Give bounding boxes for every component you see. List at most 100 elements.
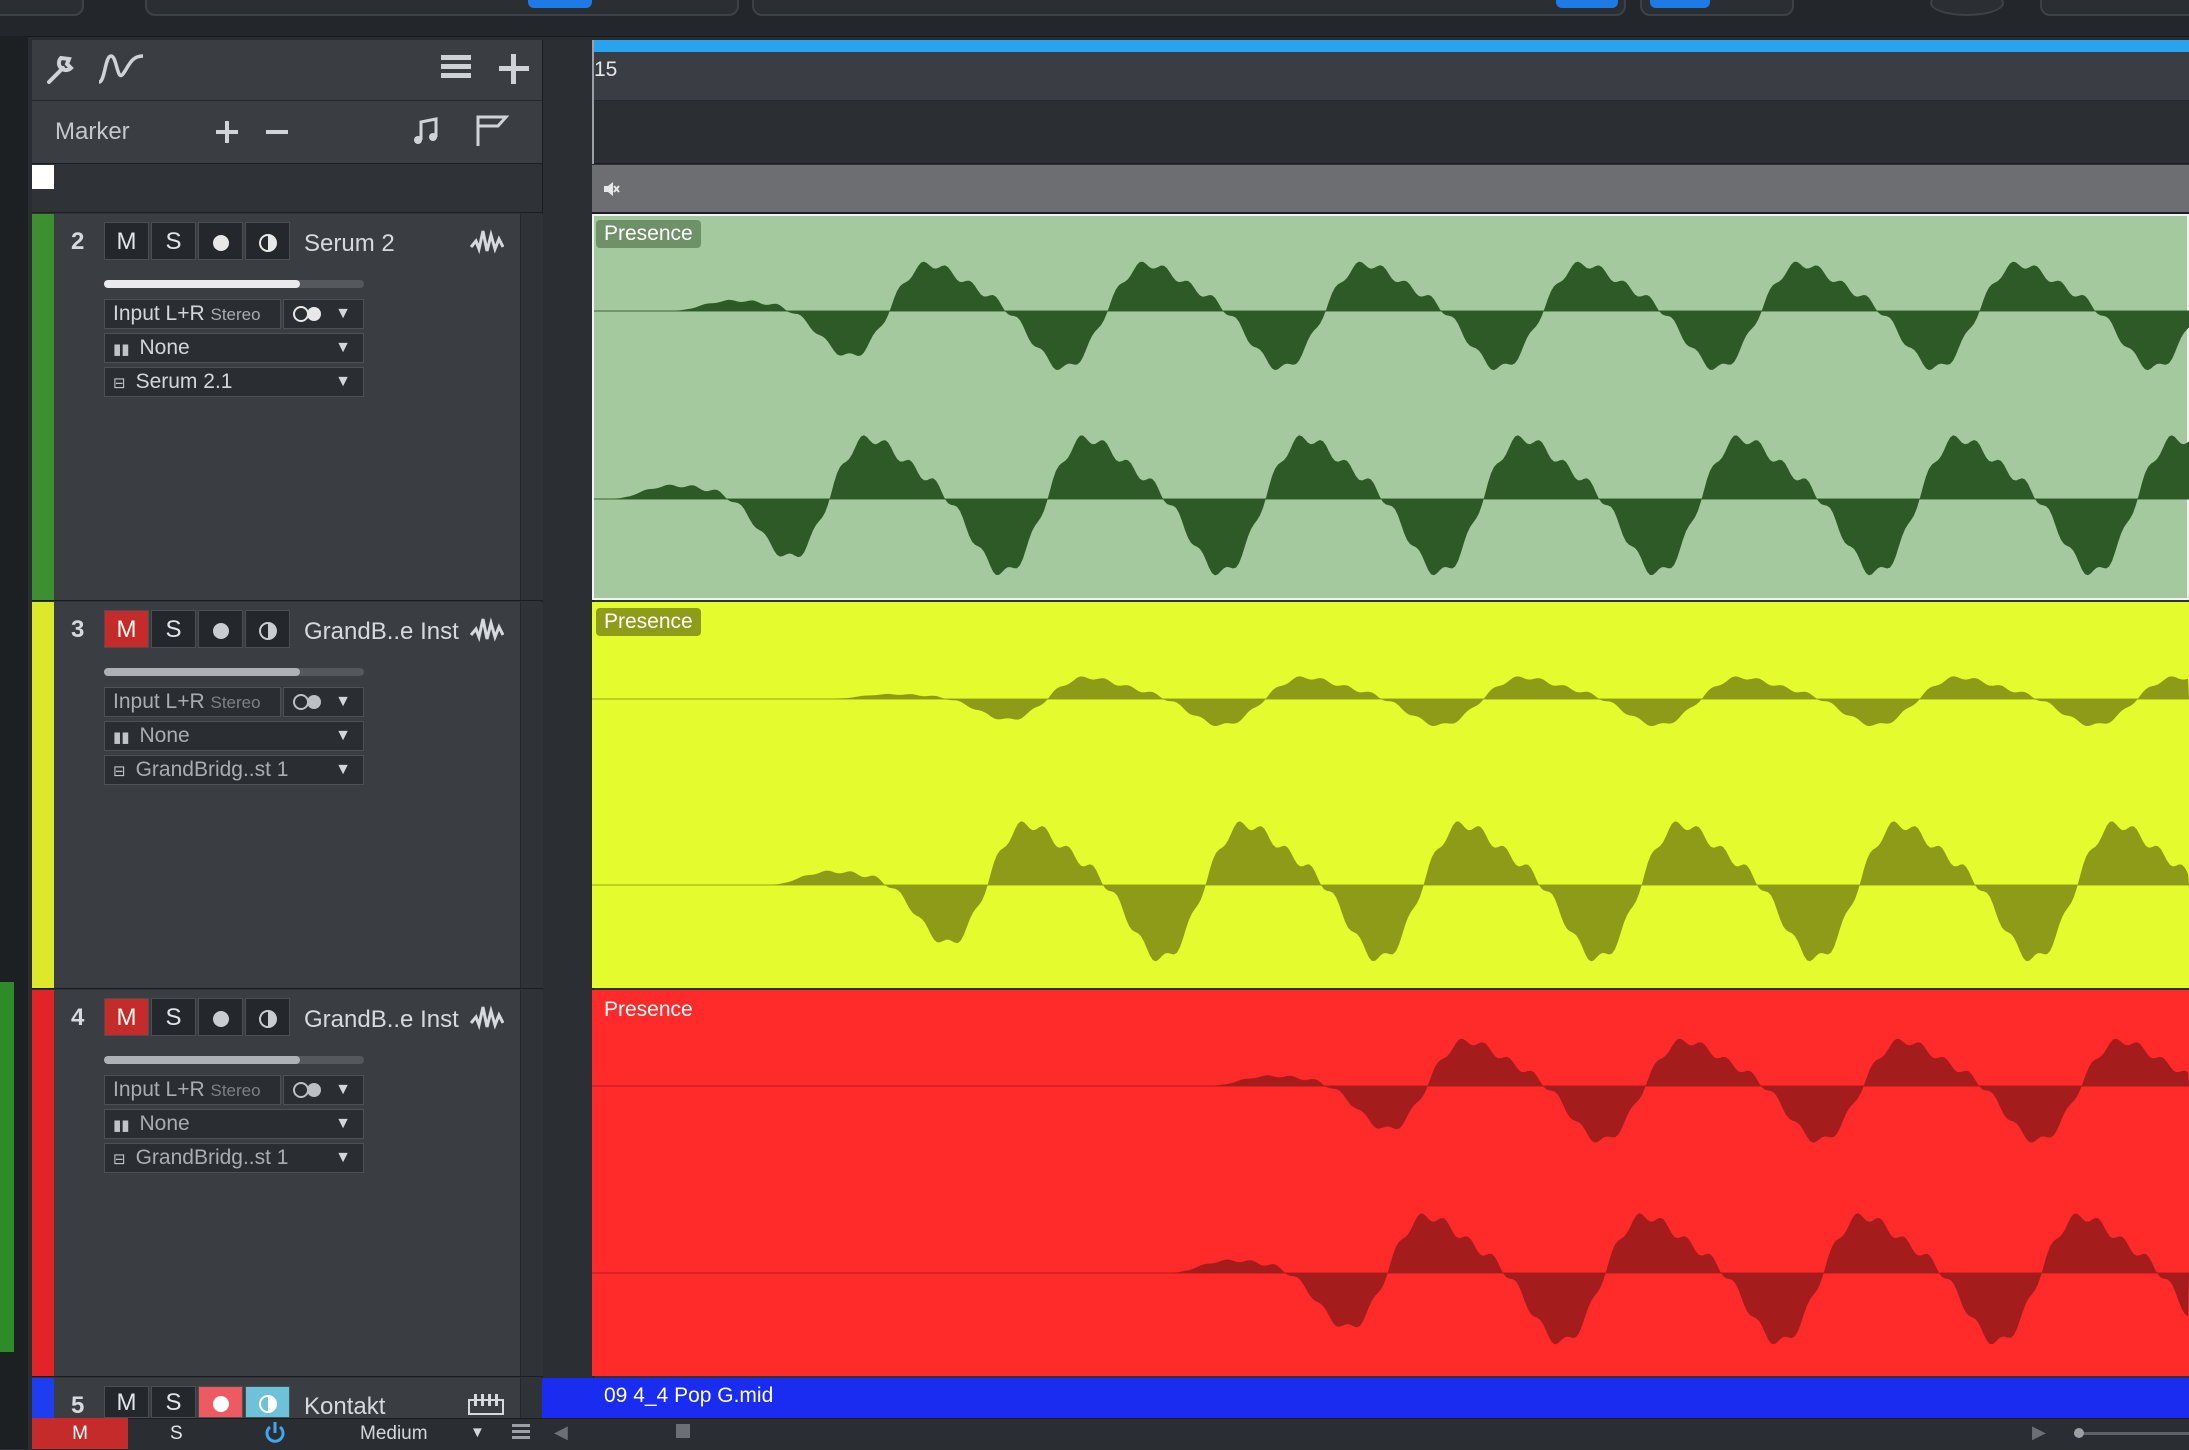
top-control[interactable] bbox=[0, 0, 84, 16]
track-color-strip bbox=[32, 602, 54, 988]
input-select[interactable]: Input L+R Stereo bbox=[104, 1075, 281, 1105]
add-marker-icon[interactable] bbox=[214, 119, 240, 150]
scroll-right-icon[interactable]: ▶ bbox=[2032, 1422, 2046, 1443]
add-track-icon[interactable] bbox=[496, 52, 532, 92]
clip-label: 09 4_4 Pop G.mid bbox=[604, 1384, 774, 1407]
monitor-button[interactable] bbox=[245, 998, 290, 1036]
top-control[interactable] bbox=[752, 0, 1626, 16]
instrument-icon: ⊟ bbox=[113, 763, 126, 780]
midi-clip[interactable]: 09 4_4 Pop G.mid bbox=[592, 1378, 2189, 1418]
monitor-button[interactable] bbox=[245, 610, 290, 648]
solo-button[interactable]: S bbox=[151, 998, 196, 1036]
marker-lane[interactable] bbox=[592, 101, 2189, 164]
remove-marker-icon[interactable] bbox=[264, 119, 290, 150]
track-name[interactable]: GrandB..e Inst bbox=[304, 618, 459, 646]
audio-clip[interactable]: Presence bbox=[592, 602, 2189, 988]
chevron-down-icon: ▼ bbox=[335, 339, 351, 356]
input-select[interactable]: Input L+R Stereo bbox=[104, 687, 281, 717]
mute-button[interactable]: M bbox=[104, 610, 149, 648]
instrument-select[interactable]: ⊟ Serum 2.1 ▼ bbox=[104, 367, 364, 397]
waveform-edit-icon[interactable] bbox=[469, 1003, 505, 1038]
automation-icon[interactable] bbox=[96, 52, 148, 92]
chevron-down-icon: ▼ bbox=[335, 305, 351, 322]
scroll-left-icon[interactable]: ◀ bbox=[554, 1422, 568, 1443]
monitor-button[interactable] bbox=[245, 222, 290, 260]
mixer-icon: ▮▮ bbox=[113, 1117, 130, 1134]
waveform-edit-icon[interactable] bbox=[469, 615, 505, 650]
solo-button[interactable]: S bbox=[151, 610, 196, 648]
top-accent-button[interactable] bbox=[528, 0, 592, 8]
playhead-line[interactable] bbox=[592, 40, 594, 164]
audio-clip[interactable]: Presence bbox=[592, 214, 2189, 600]
instrument-icon: ⊟ bbox=[113, 375, 126, 392]
stereo-toggle-icon bbox=[293, 1082, 321, 1099]
track-number: 5 bbox=[71, 1392, 85, 1419]
waveform-edit-icon[interactable] bbox=[469, 227, 505, 262]
record-icon bbox=[212, 1010, 229, 1027]
stereo-toggle-icon bbox=[293, 694, 321, 711]
record-arm-button[interactable] bbox=[198, 610, 243, 648]
instrument-icon: ⊟ bbox=[113, 1151, 126, 1168]
chevron-down-icon[interactable]: ▼ bbox=[470, 1424, 485, 1441]
output-select[interactable]: ▮▮ None ▼ bbox=[104, 1109, 364, 1139]
side-color-strip bbox=[0, 982, 14, 1352]
volume-slider[interactable] bbox=[104, 280, 364, 288]
top-control[interactable] bbox=[145, 0, 739, 16]
output-select[interactable]: ▮▮ None ▼ bbox=[104, 333, 364, 363]
top-accent-button[interactable] bbox=[1556, 0, 1618, 8]
track-list-icon[interactable] bbox=[438, 52, 474, 88]
wrench-icon[interactable] bbox=[44, 52, 80, 92]
record-arm-button[interactable] bbox=[198, 998, 243, 1036]
solo-button[interactable]: S bbox=[151, 222, 196, 260]
monitor-button[interactable] bbox=[245, 1386, 290, 1418]
output-select[interactable]: ▮▮ None ▼ bbox=[104, 721, 364, 751]
track-color-strip bbox=[32, 990, 54, 1376]
instrument-select[interactable]: ⊟ GrandBridg..st 1 ▼ bbox=[104, 1143, 364, 1173]
record-icon bbox=[212, 234, 229, 251]
top-accent-button[interactable] bbox=[1650, 0, 1710, 8]
track-header[interactable] bbox=[32, 214, 542, 601]
mixer-icon: ▮▮ bbox=[113, 729, 130, 746]
instrument-select[interactable]: ⊟ GrandBridg..st 1 ▼ bbox=[104, 755, 364, 785]
music-note-icon[interactable] bbox=[412, 116, 440, 151]
track-name[interactable]: GrandB..e Inst bbox=[304, 1006, 459, 1034]
zoom-slider[interactable] bbox=[2074, 1428, 2189, 1438]
horizontal-scroll-thumb[interactable] bbox=[676, 1424, 690, 1438]
global-solo-button[interactable]: S bbox=[170, 1423, 183, 1445]
speaker-muted-icon bbox=[602, 180, 620, 203]
loop-range-bar[interactable] bbox=[592, 40, 2189, 52]
input-mode-toggle[interactable]: ▼ bbox=[283, 299, 364, 329]
track-name[interactable]: Kontakt bbox=[304, 1393, 385, 1421]
record-arm-button[interactable] bbox=[198, 222, 243, 260]
input-mode-toggle[interactable]: ▼ bbox=[283, 1075, 364, 1105]
waveform bbox=[594, 261, 2189, 576]
record-arm-button[interactable] bbox=[198, 1386, 243, 1418]
global-mute-button[interactable]: M bbox=[32, 1418, 128, 1449]
input-select[interactable]: Input L+R Stereo bbox=[104, 299, 281, 329]
track-height-select[interactable]: Medium bbox=[360, 1423, 428, 1445]
flag-icon[interactable] bbox=[474, 114, 510, 153]
chevron-down-icon: ▼ bbox=[335, 727, 351, 744]
list-menu-icon[interactable] bbox=[512, 1422, 530, 1445]
volume-slider[interactable] bbox=[104, 1056, 364, 1064]
track-name[interactable]: Serum 2 bbox=[304, 230, 395, 258]
audio-clip[interactable]: Presence bbox=[592, 990, 2189, 1376]
track-header[interactable] bbox=[32, 990, 542, 1377]
solo-button[interactable]: S bbox=[151, 1386, 196, 1418]
chevron-down-icon: ▼ bbox=[335, 1115, 351, 1132]
marker-label: Marker bbox=[55, 118, 130, 145]
track-header-separator bbox=[520, 990, 543, 1376]
mute-button[interactable]: M bbox=[104, 1386, 149, 1418]
top-round-button[interactable] bbox=[1930, 0, 2004, 16]
track-header[interactable] bbox=[32, 602, 542, 989]
mute-button[interactable]: M bbox=[104, 222, 149, 260]
input-mode-toggle[interactable]: ▼ bbox=[283, 687, 364, 717]
volume-slider[interactable] bbox=[104, 668, 364, 676]
power-icon[interactable] bbox=[264, 1421, 286, 1450]
track-number: 2 bbox=[71, 228, 85, 255]
folder-color bbox=[32, 165, 54, 189]
folder-track-header bbox=[32, 165, 542, 213]
bottom-bar bbox=[32, 1418, 2189, 1450]
mute-button[interactable]: M bbox=[104, 998, 149, 1036]
top-control[interactable] bbox=[2040, 0, 2189, 16]
